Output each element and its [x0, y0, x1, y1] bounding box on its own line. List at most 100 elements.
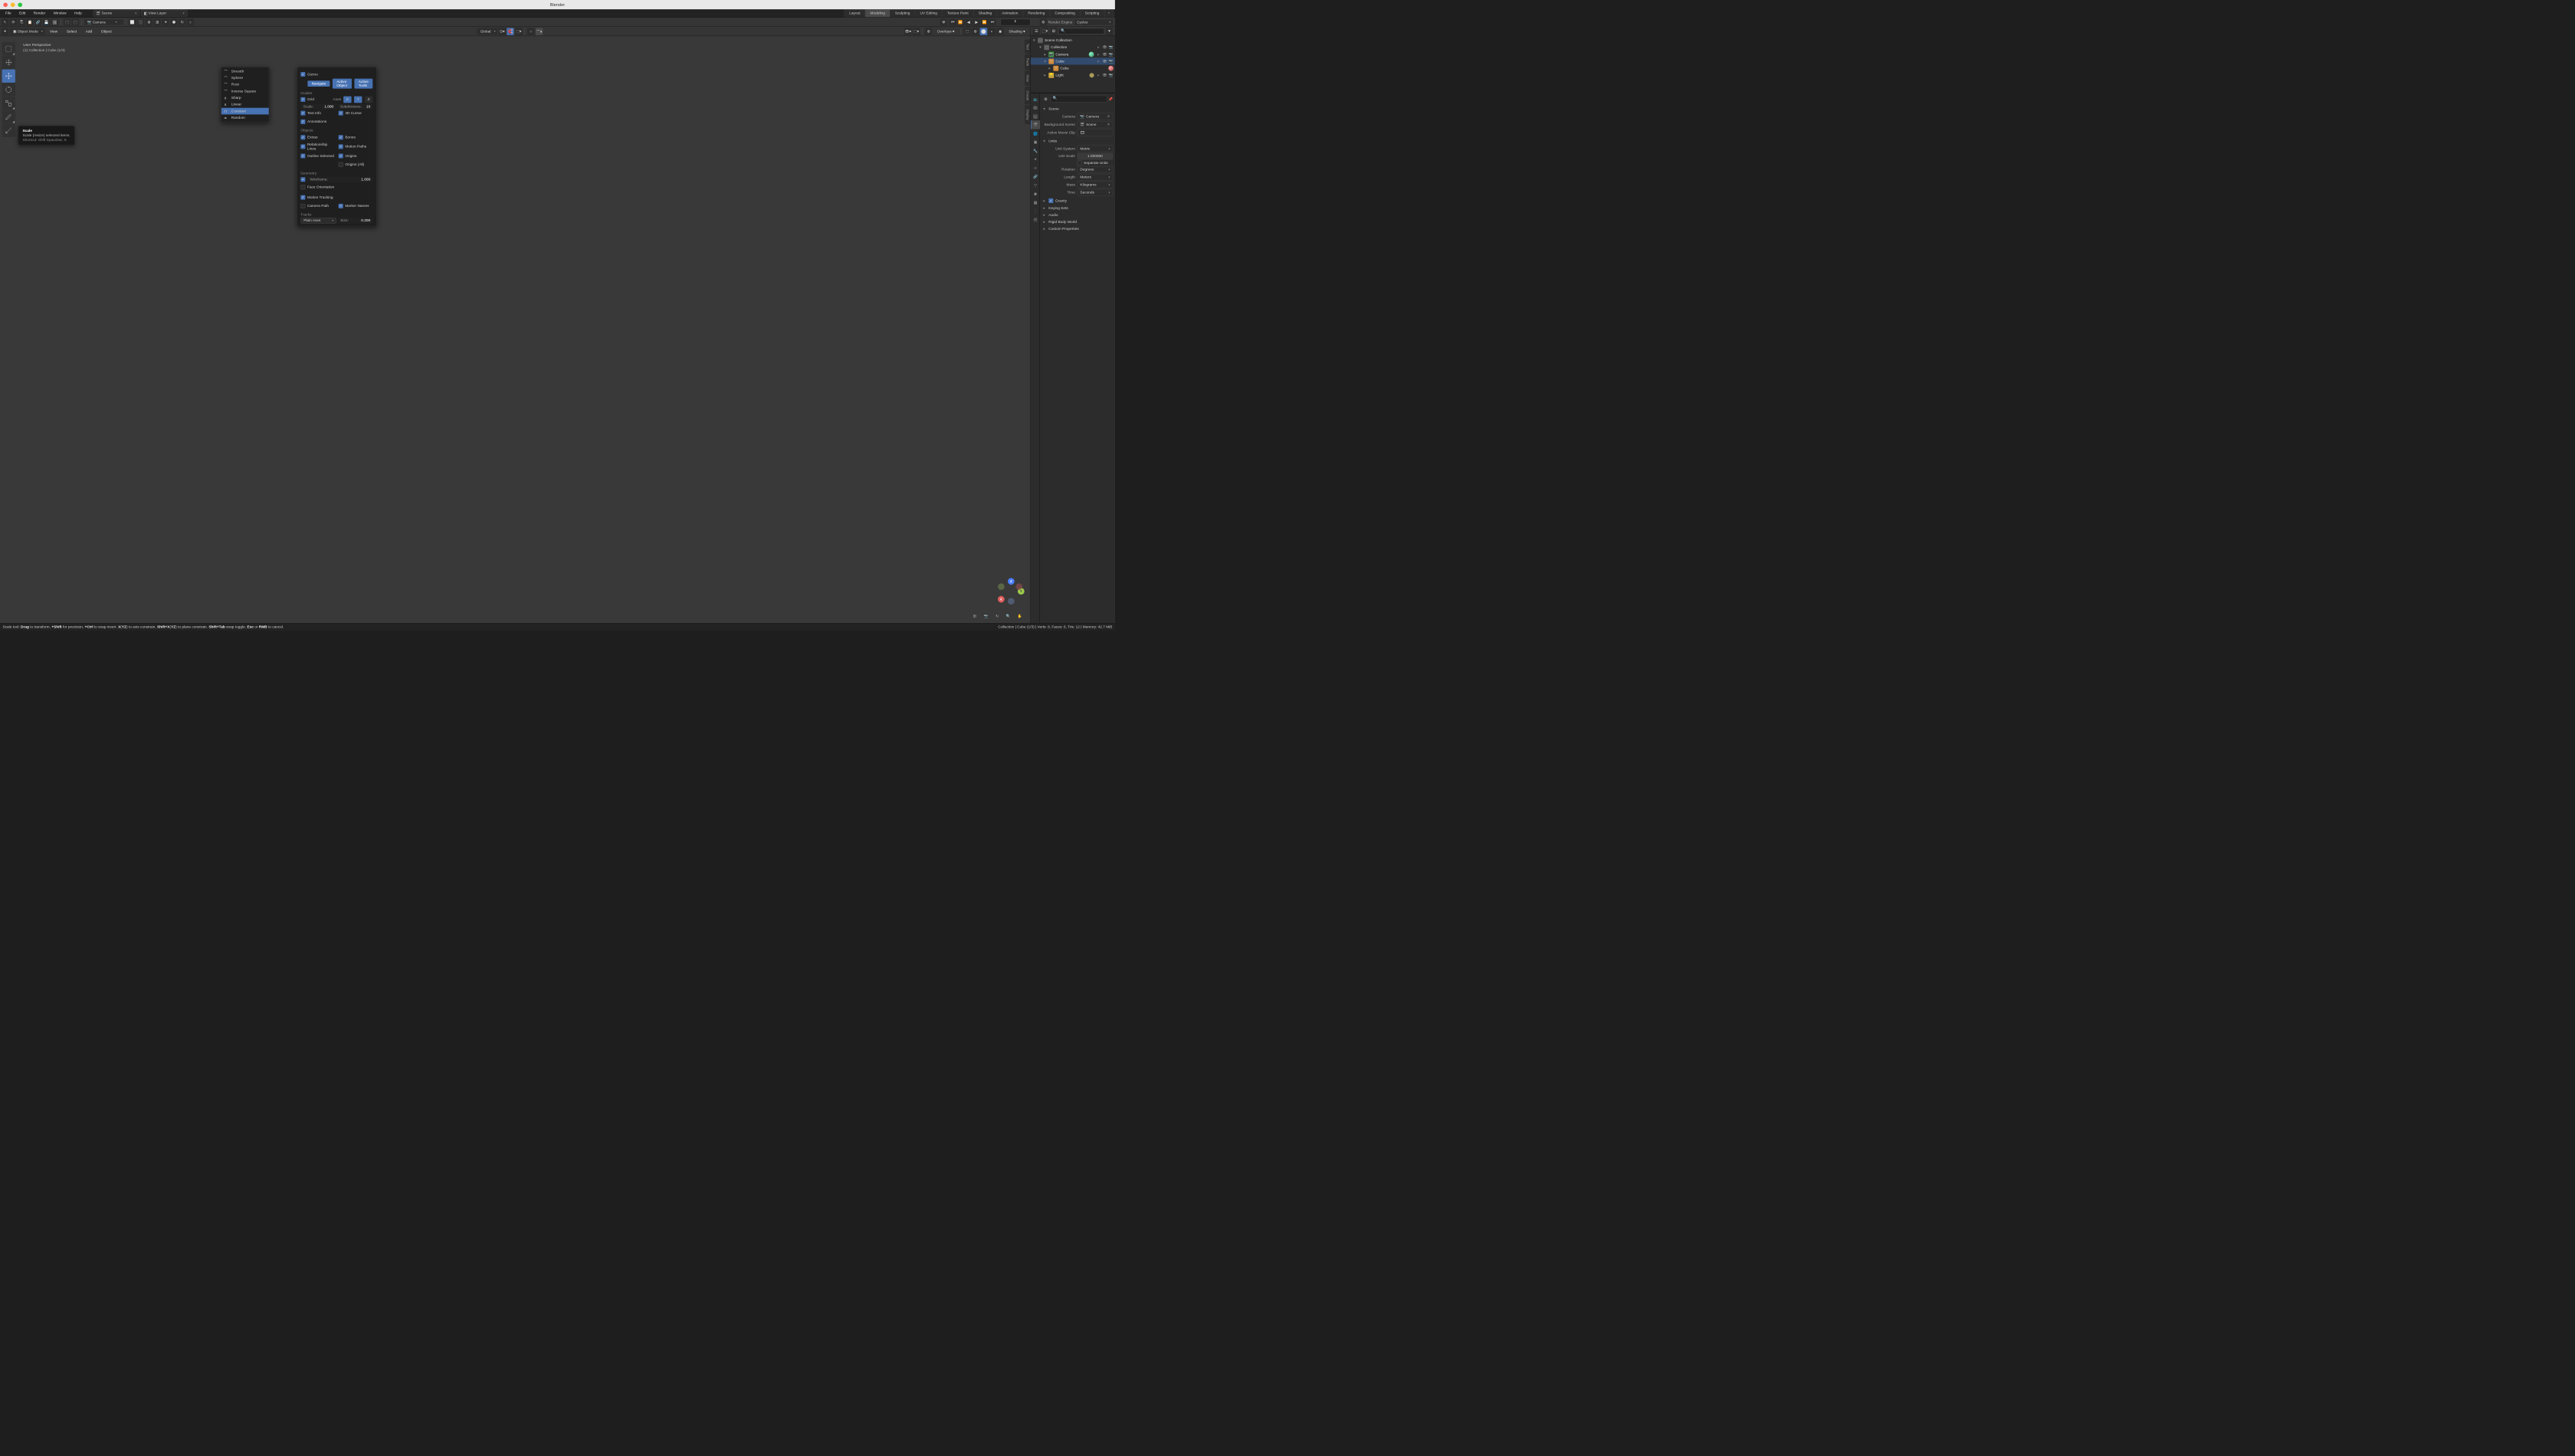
- menu-help[interactable]: Help: [71, 10, 86, 17]
- minimize-window-button[interactable]: [11, 2, 15, 7]
- vp-menu-add[interactable]: Add: [82, 28, 97, 35]
- tree-scene-collection[interactable]: ▾ ⬚ Scene Collection: [1031, 37, 1115, 44]
- marker-names-checkbox[interactable]: [339, 204, 343, 208]
- face-orientation-checkbox[interactable]: [300, 185, 305, 189]
- time-unit-dropdown[interactable]: Seconds▾: [1078, 189, 1114, 196]
- prop-tab-object[interactable]: ▣: [1031, 138, 1040, 146]
- wireframe-slider[interactable]: Wireframe:1.000: [307, 177, 373, 182]
- view-c-icon[interactable]: ⊕: [146, 18, 153, 26]
- render-toggle-icon[interactable]: 📷: [1108, 73, 1114, 77]
- falloff-sphere[interactable]: ⌒Sphere: [221, 74, 269, 81]
- prop-tab-physics[interactable]: ⚛: [1031, 163, 1040, 172]
- mode-dropdown[interactable]: ▣ Object Mode ▾: [10, 28, 45, 35]
- tree-cube-data[interactable]: ▸ ▽ Cube: [1031, 64, 1115, 71]
- visibility-toggle-icon[interactable]: 👁: [1102, 73, 1107, 77]
- orbit-icon[interactable]: ↻: [993, 612, 1001, 619]
- material-shading-button[interactable]: ◐: [988, 28, 996, 35]
- render-settings-icon[interactable]: ⚙: [1039, 18, 1047, 26]
- bg-scene-field[interactable]: 🎬 Scene ✕: [1078, 121, 1114, 128]
- units-section-header[interactable]: ▾ Units: [1042, 137, 1114, 144]
- clear-icon[interactable]: ✕: [1107, 114, 1110, 119]
- prop-tab-world[interactable]: 🌐: [1031, 129, 1040, 137]
- vp-menu-view[interactable]: View: [46, 28, 62, 35]
- motion-tracking-checkbox[interactable]: [300, 195, 305, 200]
- gizmo-dropdown[interactable]: ⬚▾: [913, 28, 920, 35]
- pan-icon[interactable]: ✋: [1015, 612, 1023, 619]
- select-tool[interactable]: [2, 42, 15, 55]
- pin-icon[interactable]: 📌: [1108, 97, 1113, 101]
- unit-system-dropdown[interactable]: Metric▾: [1078, 146, 1114, 152]
- extras-checkbox[interactable]: [300, 135, 305, 139]
- jump-end-button[interactable]: ⏭: [989, 18, 996, 25]
- separate-units-checkbox[interactable]: [1078, 161, 1082, 166]
- render-toggle-icon[interactable]: 📷: [1108, 45, 1114, 50]
- keying-sets-section-header[interactable]: ▸Keying Sets: [1042, 205, 1114, 212]
- falloff-constant[interactable]: ⊓Constant: [221, 108, 269, 115]
- navigation-gizmo[interactable]: Z Y X: [999, 579, 1023, 603]
- unit-scale-input[interactable]: 1.000000: [1078, 153, 1114, 160]
- clear-icon[interactable]: ✕: [1107, 123, 1110, 127]
- view-a-icon[interactable]: ⬜: [129, 18, 136, 26]
- zoom-icon[interactable]: 🔍: [1005, 612, 1012, 619]
- falloff-random[interactable]: ⩕Random: [221, 114, 269, 121]
- text-info-checkbox[interactable]: [300, 111, 305, 116]
- link-icon[interactable]: 🔗: [34, 18, 42, 26]
- menu-window[interactable]: Window: [49, 10, 70, 17]
- add-workspace-button[interactable]: +: [1104, 9, 1114, 17]
- scale-tool[interactable]: [2, 97, 15, 110]
- menu-file[interactable]: File: [2, 10, 15, 17]
- ws-tab-compositing[interactable]: Compositing: [1050, 9, 1080, 17]
- view-e-icon[interactable]: ✦: [162, 18, 169, 26]
- prop-tab-material[interactable]: ◉: [1031, 189, 1040, 198]
- side-tab-create[interactable]: Create: [1025, 87, 1030, 104]
- tool-a-icon[interactable]: ⬚: [64, 18, 71, 26]
- visibility-toggle-icon[interactable]: 👁: [1102, 45, 1107, 50]
- side-tab-tool[interactable]: Tool: [1025, 40, 1030, 54]
- outliner-filter[interactable]: ▼: [1106, 28, 1114, 35]
- mass-unit-dropdown[interactable]: Kilograms▾: [1078, 182, 1114, 189]
- refresh-icon[interactable]: ⟳: [10, 18, 18, 26]
- falloff-inverse-square[interactable]: ⌒Inverse Square: [221, 88, 269, 95]
- scene-camera-field[interactable]: 📷 Camera ✕: [1078, 113, 1114, 120]
- axis-y-button[interactable]: Y: [354, 97, 362, 103]
- falloff-smooth[interactable]: ⌒Smooth: [221, 68, 269, 75]
- origins-all-checkbox[interactable]: [339, 162, 343, 167]
- outliner-new-collection[interactable]: ⊞: [1050, 28, 1058, 35]
- annotate-tool[interactable]: [2, 110, 15, 123]
- prop-tab-particles[interactable]: ✦: [1031, 155, 1040, 163]
- wireframe-checkbox[interactable]: [300, 177, 305, 182]
- rendered-shading-button[interactable]: ◉: [996, 28, 1004, 35]
- axis-z-button[interactable]: Z: [365, 97, 372, 103]
- prop-tab-modifiers[interactable]: 🔧: [1031, 146, 1040, 155]
- editor-type-icon[interactable]: ✦: [2, 28, 9, 35]
- camera-view-icon[interactable]: 📷: [982, 612, 989, 619]
- prop-tab-viewlayer[interactable]: 🖼: [1031, 112, 1040, 120]
- measure-tool[interactable]: [2, 124, 15, 137]
- maximize-window-button[interactable]: [18, 2, 22, 7]
- vp-menu-select[interactable]: Select: [63, 28, 81, 35]
- relationship-checkbox[interactable]: [300, 144, 305, 149]
- rotate-tool[interactable]: [2, 83, 15, 96]
- render-icon[interactable]: ☢: [940, 18, 948, 26]
- ws-tab-layout[interactable]: Layout: [845, 9, 865, 17]
- length-unit-dropdown[interactable]: Meters▾: [1078, 174, 1114, 181]
- gizmo-active-tools-button[interactable]: Active Tools: [355, 79, 373, 89]
- prev-keyframe-button[interactable]: ⏪: [957, 18, 965, 25]
- prop-tab-constraints[interactable]: 🔗: [1031, 172, 1040, 181]
- view-b-icon[interactable]: ⬛: [137, 18, 145, 26]
- tree-light[interactable]: ▸ 💡 Light ▹ 👁 📷: [1031, 72, 1115, 79]
- xray-toggle[interactable]: ⬚: [963, 28, 971, 35]
- side-tab-redo[interactable]: Redo: [1025, 54, 1030, 71]
- grid-subdiv-input[interactable]: Subdivisions:10: [337, 104, 372, 110]
- jump-start-button[interactable]: ⏮: [949, 18, 956, 25]
- motion-paths-checkbox[interactable]: [339, 144, 343, 149]
- visibility-toggle-icon[interactable]: 👁: [1102, 52, 1107, 57]
- ws-tab-scripting[interactable]: Scripting: [1080, 9, 1104, 17]
- render-toggle-icon[interactable]: 📷: [1108, 59, 1114, 64]
- paste-icon[interactable]: 📋: [26, 18, 34, 26]
- cursor-icon[interactable]: ↖: [2, 18, 9, 26]
- select-toggle-icon[interactable]: ▹: [1096, 45, 1101, 50]
- tool-b-icon[interactable]: ⬚: [72, 18, 80, 26]
- gravity-checkbox[interactable]: [1048, 198, 1053, 203]
- play-reverse-button[interactable]: ◀: [965, 18, 973, 25]
